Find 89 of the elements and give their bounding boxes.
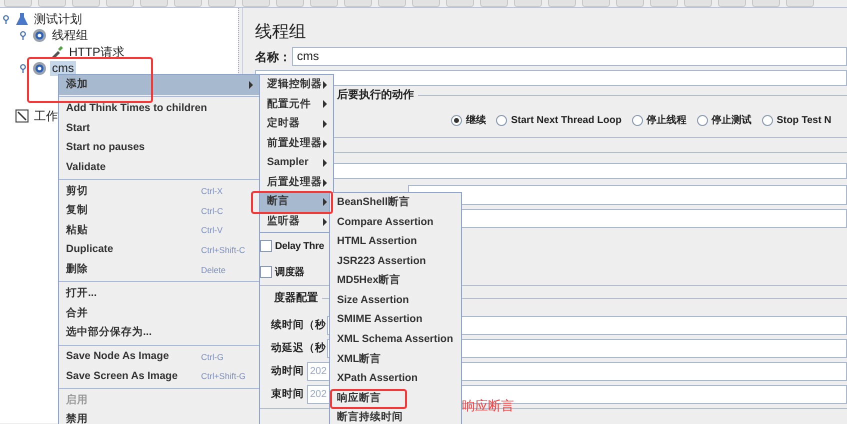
toolbar-button[interactable] bbox=[344, 0, 372, 7]
menu-item[interactable]: HTML Assertion bbox=[330, 232, 461, 252]
toolbar-button[interactable] bbox=[72, 0, 100, 7]
toolbar-button[interactable] bbox=[38, 0, 66, 7]
shortcut-label: Ctrl+Shift-C bbox=[201, 244, 246, 257]
toolbar-button[interactable] bbox=[4, 0, 32, 7]
expander-icon[interactable] bbox=[3, 14, 12, 24]
menu-item[interactable]: BeanShell断言 bbox=[330, 193, 461, 213]
radio-option[interactable]: Stop Test N bbox=[762, 112, 832, 128]
toolbar-button[interactable] bbox=[140, 0, 168, 7]
toolbar-button[interactable] bbox=[412, 0, 440, 7]
menu-item[interactable]: 剪切 Ctrl-X bbox=[59, 182, 259, 202]
menu-item[interactable]: Size Assertion bbox=[330, 290, 461, 311]
menu-item[interactable]: 粘贴 Ctrl-V bbox=[59, 220, 259, 241]
field-label: 动时间 bbox=[271, 364, 305, 379]
menu-item[interactable]: 添加 bbox=[59, 75, 259, 95]
toolbar-button[interactable] bbox=[514, 0, 542, 7]
menu-item[interactable]: 断言持续时间 bbox=[330, 408, 461, 424]
toolbar-button[interactable] bbox=[378, 0, 406, 7]
panel-title: 线程组 bbox=[255, 21, 307, 42]
menu-item[interactable]: Save Screen As Image Ctrl+Shift-G bbox=[59, 366, 259, 386]
menu-item[interactable]: MD5Hex断言 bbox=[330, 271, 461, 291]
menu-item[interactable]: 配置元件 bbox=[260, 94, 333, 114]
menu-item[interactable]: Sampler bbox=[260, 153, 333, 173]
menu-item[interactable]: 禁用 bbox=[59, 410, 259, 424]
expander-icon[interactable] bbox=[20, 64, 29, 74]
shortcut-label: Ctrl+Shift-G bbox=[201, 370, 247, 384]
group-legend: 后要执行的动作 bbox=[333, 86, 418, 104]
menu-item[interactable]: Add Think Times to children bbox=[59, 98, 259, 119]
menu-item[interactable]: Validate bbox=[59, 158, 259, 178]
notepad-icon bbox=[15, 109, 29, 124]
shortcut-label: Ctrl-G bbox=[201, 350, 225, 364]
menu-item[interactable]: 删除 Delete bbox=[59, 260, 259, 280]
field-label: 续时间（秒 bbox=[271, 318, 327, 333]
menu-item[interactable]: 前置处理器 bbox=[260, 134, 333, 154]
toolbar-button[interactable] bbox=[650, 0, 678, 7]
field-label: 动延迟（秒 bbox=[271, 340, 327, 356]
menu-item[interactable]: 定时器 bbox=[260, 114, 333, 134]
menu-item[interactable]: Save Node As Image Ctrl-G bbox=[59, 347, 259, 367]
shortcut-label: Ctrl-V bbox=[201, 224, 224, 238]
group-legend: 度器配置 bbox=[274, 290, 322, 306]
radio-option[interactable]: 停止测试 bbox=[696, 112, 752, 128]
toolbar-button[interactable] bbox=[752, 0, 780, 7]
menu-item[interactable]: Compare Assertion bbox=[330, 212, 461, 232]
tree-item[interactable]: 工作 bbox=[32, 108, 60, 124]
shortcut-label: Delete bbox=[201, 264, 227, 276]
toolbar-button[interactable] bbox=[208, 0, 236, 7]
name-label: 名称： bbox=[255, 48, 292, 66]
shortcut-label: Ctrl-C bbox=[201, 204, 224, 218]
expander-icon[interactable] bbox=[20, 31, 29, 40]
tree-item[interactable]: 测试计划 bbox=[32, 12, 84, 27]
tree-item[interactable]: 线程组 bbox=[50, 28, 90, 44]
menu-item[interactable]: 后置处理器 bbox=[260, 172, 333, 193]
toolbar-button[interactable] bbox=[616, 0, 644, 7]
menu-item[interactable]: XML Schema Assertion bbox=[330, 330, 461, 350]
radio-option[interactable]: 停止线程 bbox=[632, 112, 687, 128]
gear-icon bbox=[32, 28, 47, 44]
toolbar-button[interactable] bbox=[276, 0, 304, 7]
menu-item[interactable]: 复制 Ctrl-C bbox=[59, 201, 259, 221]
toolbar-button[interactable] bbox=[242, 0, 270, 7]
gear-icon bbox=[32, 61, 47, 76]
toolbar-button[interactable] bbox=[106, 0, 134, 7]
field-label: 束时间 bbox=[271, 386, 305, 402]
menu-item[interactable]: JSR223 Assertion bbox=[330, 252, 461, 272]
flask-icon bbox=[15, 12, 29, 26]
menu-item[interactable]: SMIME Assertion bbox=[330, 310, 461, 330]
menu-item[interactable]: 打开... bbox=[59, 284, 259, 304]
toolbar-button[interactable] bbox=[310, 0, 338, 7]
menu-item[interactable]: Start no pauses bbox=[59, 138, 259, 158]
toolbar-button[interactable] bbox=[548, 0, 576, 7]
toolbar-button[interactable] bbox=[582, 0, 610, 7]
toolbar-button[interactable] bbox=[446, 0, 474, 7]
menu-item[interactable]: Start bbox=[59, 118, 259, 138]
text-field[interactable] bbox=[408, 185, 847, 205]
name-field[interactable]: cms bbox=[292, 47, 847, 66]
toolbar-button[interactable] bbox=[786, 0, 814, 7]
toolbar-button[interactable] bbox=[684, 0, 712, 7]
toolbar-button[interactable] bbox=[718, 0, 746, 7]
tree-item[interactable]: HTTP请求 bbox=[67, 44, 126, 60]
toolbar-button[interactable] bbox=[174, 0, 202, 7]
shortcut-label: Ctrl-X bbox=[201, 185, 224, 198]
menu-item[interactable]: 逻辑控制器 bbox=[260, 75, 333, 95]
tree-item[interactable]: cms bbox=[50, 61, 76, 76]
toolbar-button[interactable] bbox=[480, 0, 508, 7]
radio-option[interactable]: Start Next Thread Loop bbox=[496, 112, 622, 128]
menu-item[interactable]: Duplicate Ctrl+Shift-C bbox=[59, 240, 259, 260]
radio-option[interactable]: 继续 bbox=[451, 112, 486, 128]
menu-item[interactable]: 合并 bbox=[59, 304, 259, 324]
menu-item[interactable]: 选中部分保存为... bbox=[59, 323, 259, 343]
